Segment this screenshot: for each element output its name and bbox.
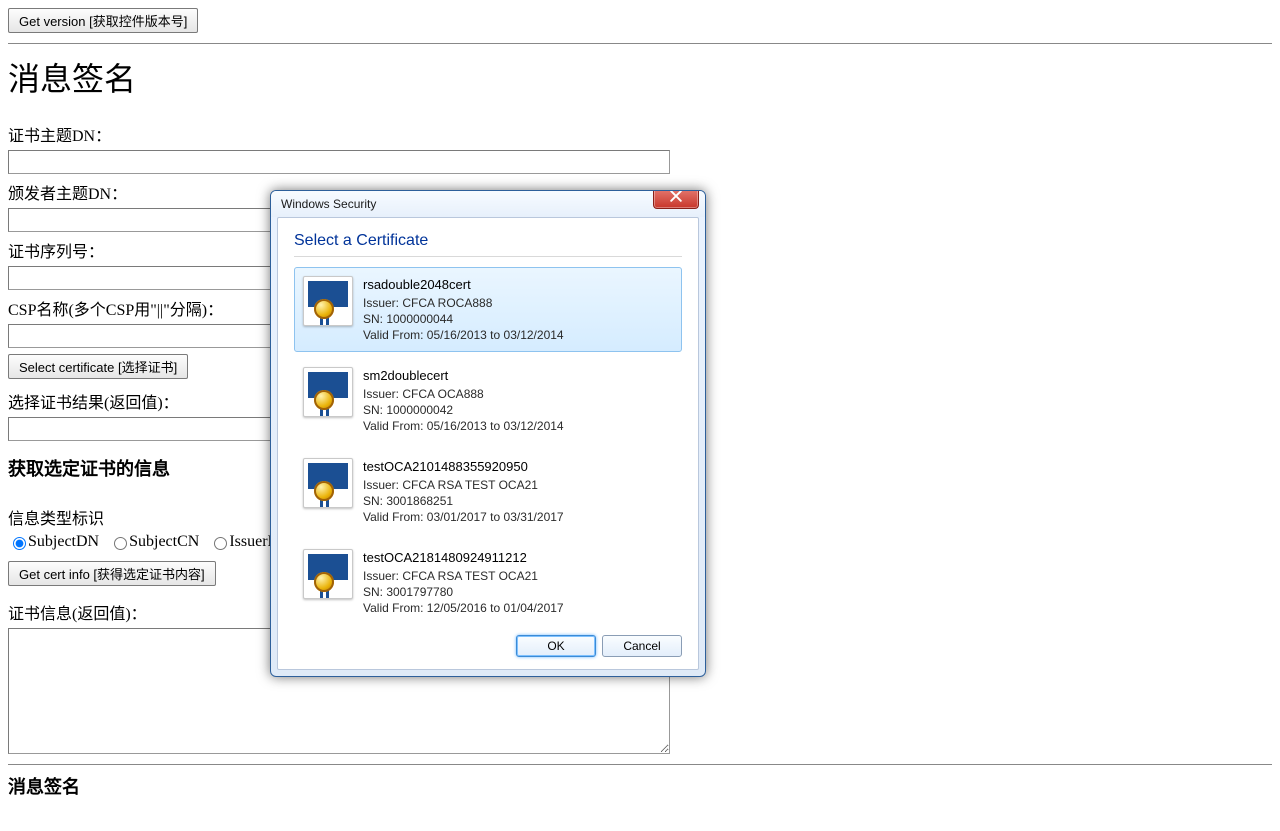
certificate-sn: SN: 1000000044: [363, 311, 564, 327]
certificate-name: testOCA2181480924911212: [363, 549, 564, 567]
close-icon: [670, 190, 682, 211]
select-certificate-button[interactable]: Select certificate [选择证书]: [8, 354, 188, 379]
certificate-item[interactable]: rsadouble2048certIssuer: CFCA ROCA888SN:…: [294, 267, 682, 352]
certificate-text: rsadouble2048certIssuer: CFCA ROCA888SN:…: [363, 276, 564, 343]
radio-subjectdn-label: SubjectDN: [28, 533, 99, 550]
certificate-issuer: Issuer: CFCA ROCA888: [363, 295, 564, 311]
certificate-icon: [303, 367, 353, 417]
dialog-titlebar[interactable]: Windows Security: [271, 191, 705, 217]
certificate-icon: [303, 276, 353, 326]
certificate-text: testOCA2101488355920950Issuer: CFCA RSA …: [363, 458, 564, 525]
ok-button[interactable]: OK: [516, 635, 596, 657]
input-csp[interactable]: [8, 324, 274, 348]
radio-subjectcn[interactable]: [114, 537, 127, 550]
certificate-issuer: Issuer: CFCA RSA TEST OCA21: [363, 568, 564, 584]
certificate-item[interactable]: testOCA2101488355920950Issuer: CFCA RSA …: [294, 449, 682, 534]
radio-issuerdn[interactable]: [214, 537, 227, 550]
input-issuer-dn[interactable]: [8, 208, 274, 232]
label-subject-dn: 证书主题DN：: [8, 122, 1272, 146]
certificate-name: sm2doublecert: [363, 367, 564, 385]
divider: [8, 43, 1272, 44]
certificate-valid: Valid From: 03/01/2017 to 03/31/2017: [363, 509, 564, 525]
certificate-list: rsadouble2048certIssuer: CFCA ROCA888SN:…: [294, 267, 682, 625]
divider: [294, 256, 682, 257]
certificate-valid: Valid From: 12/05/2016 to 01/04/2017: [363, 600, 564, 616]
windows-security-dialog: Windows Security Select a Certificate rs…: [270, 190, 706, 677]
certificate-text: sm2doublecertIssuer: CFCA OCA888SN: 1000…: [363, 367, 564, 434]
input-subject-dn[interactable]: [8, 150, 670, 174]
certificate-issuer: Issuer: CFCA OCA888: [363, 386, 564, 402]
get-version-button[interactable]: Get version [获取控件版本号]: [8, 8, 198, 33]
certificate-icon: [303, 549, 353, 599]
divider: [8, 764, 1272, 765]
certificate-item[interactable]: sm2doublecertIssuer: CFCA OCA888SN: 1000…: [294, 358, 682, 443]
certificate-sn: SN: 1000000042: [363, 402, 564, 418]
get-cert-info-button[interactable]: Get cert info [获得选定证书内容]: [8, 561, 216, 586]
heading-message-signature: 消息签名: [8, 54, 1272, 100]
cancel-button[interactable]: Cancel: [602, 635, 682, 657]
input-serial[interactable]: [8, 266, 274, 290]
certificate-sn: SN: 3001868251: [363, 493, 564, 509]
certificate-sn: SN: 3001797780: [363, 584, 564, 600]
heading-message-signature-2: 消息签名: [8, 773, 1272, 799]
certificate-text: testOCA2181480924911212Issuer: CFCA RSA …: [363, 549, 564, 616]
certificate-valid: Valid From: 05/16/2013 to 03/12/2014: [363, 327, 564, 343]
certificate-name: testOCA2101488355920950: [363, 458, 564, 476]
certificate-item[interactable]: testOCA2181480924911212Issuer: CFCA RSA …: [294, 540, 682, 625]
certificate-icon: [303, 458, 353, 508]
dialog-title-text: Windows Security: [281, 197, 376, 211]
radio-subjectdn[interactable]: [13, 537, 26, 550]
certificate-valid: Valid From: 05/16/2013 to 03/12/2014: [363, 418, 564, 434]
close-button[interactable]: [653, 190, 699, 209]
dialog-header: Select a Certificate: [294, 232, 682, 250]
certificate-name: rsadouble2048cert: [363, 276, 564, 294]
certificate-issuer: Issuer: CFCA RSA TEST OCA21: [363, 477, 564, 493]
radio-subjectcn-label: SubjectCN: [129, 533, 199, 550]
input-select-result[interactable]: [8, 417, 274, 441]
